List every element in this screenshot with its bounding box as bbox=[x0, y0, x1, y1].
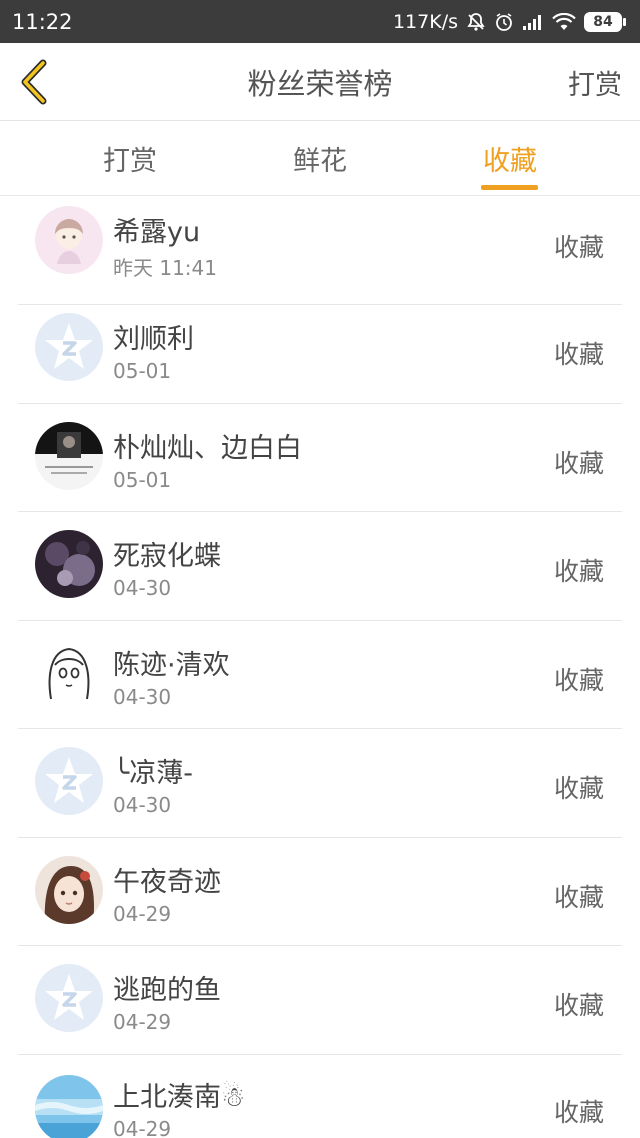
action-date: 04-29 bbox=[113, 1010, 172, 1034]
avatar[interactable] bbox=[35, 1074, 103, 1138]
battery-icon: 84 bbox=[584, 11, 626, 32]
favorite-label: 收藏 bbox=[553, 991, 604, 1020]
action-date: 05-01 bbox=[113, 467, 172, 492]
list-item[interactable]: 希露yu 昨天 11:41 收藏 bbox=[0, 196, 640, 305]
status-time: 11:22 bbox=[12, 9, 73, 34]
user-name: 午夜奇迹 bbox=[113, 866, 221, 898]
signal-icon bbox=[522, 13, 544, 31]
action-date: 昨天 11:41 bbox=[113, 256, 217, 280]
list-item[interactable]: 上北湊南☃ 04-29 收藏 bbox=[0, 1055, 640, 1138]
avatar[interactable] bbox=[35, 747, 103, 815]
user-name: 朴灿灿、边白白 bbox=[113, 432, 302, 464]
user-name: 逃跑的鱼 bbox=[113, 975, 221, 1006]
avatar[interactable] bbox=[35, 638, 103, 707]
network-speed: 117K/s bbox=[392, 10, 458, 33]
user-name: 希露yu bbox=[113, 217, 201, 248]
list-item[interactable]: 死寂化蝶 04-30 收藏 bbox=[0, 512, 640, 621]
favorite-label: 收藏 bbox=[553, 665, 604, 695]
user-name: 死寂化蝶 bbox=[113, 541, 221, 572]
list-item[interactable]: 逃跑的鱼 04-29 收藏 bbox=[0, 946, 640, 1055]
avatar[interactable] bbox=[35, 964, 103, 1032]
favorite-label: 收藏 bbox=[553, 882, 604, 912]
favorite-label: 收藏 bbox=[553, 448, 604, 478]
avatar[interactable] bbox=[35, 530, 103, 598]
list-item[interactable]: 午夜奇迹 04-29 收藏 bbox=[0, 838, 640, 946]
avatar[interactable] bbox=[35, 313, 103, 381]
user-name: 刘顺利 bbox=[113, 324, 194, 355]
avatar[interactable] bbox=[35, 206, 103, 274]
user-name: 上北湊南☃ bbox=[113, 1081, 246, 1113]
back-button[interactable] bbox=[14, 57, 54, 107]
active-tab-indicator bbox=[481, 185, 538, 190]
action-date: 04-30 bbox=[113, 793, 172, 817]
chevron-left-icon bbox=[21, 59, 47, 105]
tab-bar: 打赏 鲜花 收藏 bbox=[0, 121, 640, 196]
list-item[interactable]: 刘顺利 05-01 收藏 bbox=[0, 295, 640, 404]
action-date: 05-01 bbox=[113, 359, 172, 383]
action-date: 04-29 bbox=[113, 1116, 172, 1138]
favorite-label: 收藏 bbox=[553, 233, 604, 262]
page-title: 粉丝荣誉榜 bbox=[247, 67, 393, 101]
tab-flowers[interactable]: 鲜花 bbox=[260, 121, 380, 196]
list-item[interactable]: 朴灿灿、边白白 05-01 收藏 bbox=[0, 404, 640, 512]
favorite-label: 收藏 bbox=[553, 340, 604, 369]
nav-bar: 粉丝荣誉榜 打赏 bbox=[0, 43, 640, 121]
action-date: 04-29 bbox=[113, 901, 172, 926]
battery-level: 84 bbox=[584, 11, 622, 32]
avatar[interactable] bbox=[35, 421, 103, 490]
status-icons: 117K/s 84 bbox=[393, 11, 626, 33]
wifi-icon bbox=[552, 12, 576, 31]
alarm-icon bbox=[494, 12, 514, 32]
action-date: 04-30 bbox=[113, 684, 172, 709]
list-item[interactable]: ╰凉薄- 04-30 收藏 bbox=[0, 729, 640, 838]
favorite-label: 收藏 bbox=[553, 557, 604, 586]
mute-bell-icon bbox=[466, 12, 486, 32]
reward-button[interactable]: 打赏 bbox=[568, 43, 622, 121]
list-item[interactable]: 陈迹·清欢 04-30 收藏 bbox=[0, 621, 640, 729]
fan-list[interactable]: 希露yu 昨天 11:41 收藏 刘顺利 05-01 收藏 朴灿灿、边白白 05… bbox=[0, 196, 640, 1138]
status-bar: 11:22 117K/s 84 bbox=[0, 0, 640, 43]
favorite-label: 收藏 bbox=[553, 1097, 604, 1127]
favorite-label: 收藏 bbox=[553, 774, 604, 803]
tab-reward[interactable]: 打赏 bbox=[70, 121, 190, 196]
user-name: ╰凉薄- bbox=[113, 758, 193, 789]
action-date: 04-30 bbox=[113, 576, 172, 600]
user-name: 陈迹·清欢 bbox=[113, 649, 230, 681]
avatar[interactable] bbox=[35, 855, 103, 924]
